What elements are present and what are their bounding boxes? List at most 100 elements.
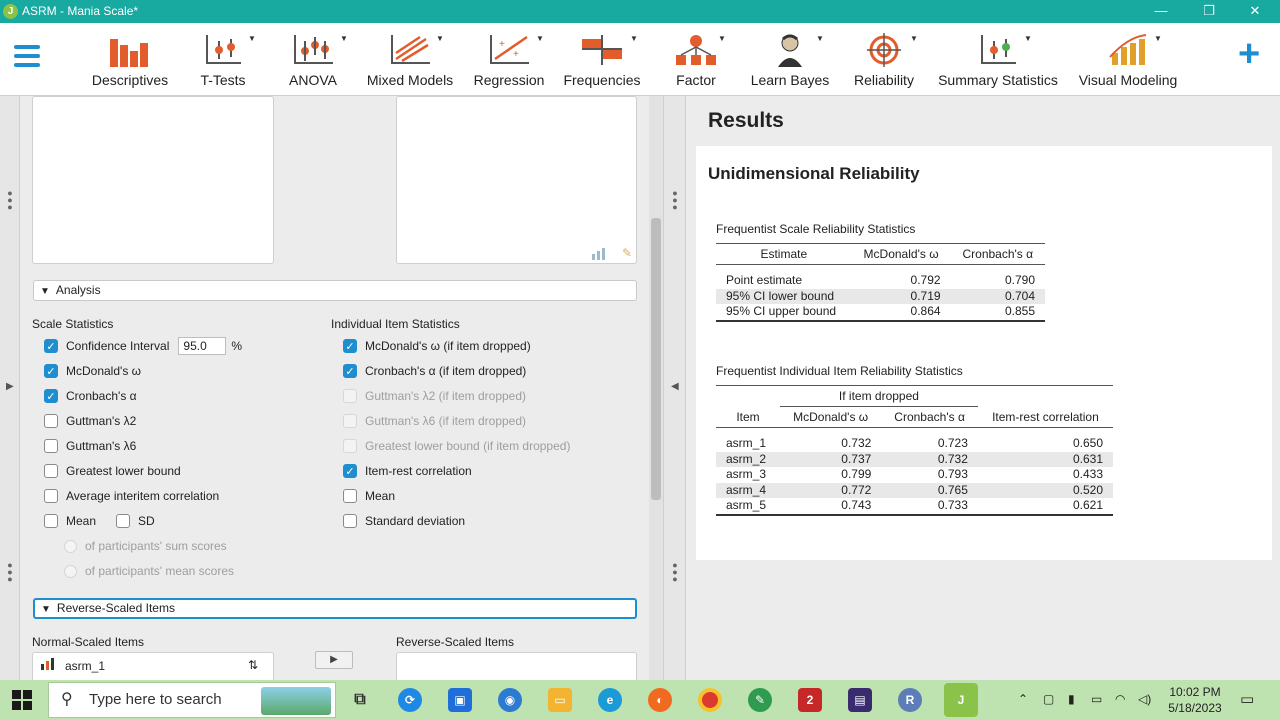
collapse-left-icon[interactable]: ◀ xyxy=(671,381,679,392)
drag-handle-icon[interactable]: ● ● ● xyxy=(672,189,678,212)
menu-hamburger-icon[interactable] xyxy=(14,45,40,72)
guttman-lambda2-dropped-checkbox[interactable] xyxy=(343,389,357,403)
battery-icon[interactable]: ▭ xyxy=(1091,692,1102,706)
ribbon-learn-bayes[interactable]: ▼ Learn Bayes xyxy=(748,29,832,91)
sd-checkbox[interactable] xyxy=(116,514,130,528)
close-button[interactable]: ✕ xyxy=(1240,2,1270,20)
greatest-lower-bound-checkbox[interactable] xyxy=(44,464,58,478)
cronbach-alpha-checkbox[interactable]: ✓ xyxy=(44,389,58,403)
app-icon[interactable]: ⟳ xyxy=(398,688,422,712)
taskbar-search-input[interactable]: ⚲ Type here to search xyxy=(48,682,336,718)
app-icon[interactable]: 2 xyxy=(798,688,822,712)
sum-scores-option[interactable]: of participants' sum scores xyxy=(64,537,227,555)
ribbon-anova[interactable]: ▼ ANOVA xyxy=(286,29,348,91)
ribbon-regression[interactable]: + + ▼ Regression xyxy=(472,29,546,91)
guttman-lambda6-dropped-checkbox[interactable] xyxy=(343,414,357,428)
guttman-lambda6-option[interactable]: Guttman's λ6 xyxy=(44,437,136,455)
glb-dropped-checkbox[interactable] xyxy=(343,439,357,453)
task-view-icon[interactable]: ⧉ xyxy=(348,688,372,712)
analysis-section-header[interactable]: ▼ Analysis xyxy=(33,280,637,301)
list-item[interactable]: asrm_1 xyxy=(41,658,105,673)
minimize-button[interactable]: — xyxy=(1146,2,1176,20)
cronbach-alpha-dropped-checkbox[interactable]: ✓ xyxy=(343,364,357,378)
drag-handle-icon[interactable]: ● ● ● xyxy=(672,561,678,584)
app-icon[interactable]: ▤ xyxy=(848,688,872,712)
item-sd-option[interactable]: Standard deviation xyxy=(343,512,465,530)
sd-option[interactable]: SD xyxy=(116,512,155,530)
item-mean-option[interactable]: Mean xyxy=(343,487,395,505)
item-rest-correlation-option[interactable]: ✓ Item-rest correlation xyxy=(343,462,472,480)
store-icon[interactable]: ▣ xyxy=(448,688,472,712)
windows-taskbar: ⚲ Type here to search ⧉ ⟳ ▣ ◉ ▭ e ◐ ✎ 2 … xyxy=(0,680,1280,720)
reverse-scaled-section-header[interactable]: ▼ Reverse-Scaled Items xyxy=(33,598,637,619)
ribbon-descriptives[interactable]: Descriptives xyxy=(88,29,172,91)
panel-splitter[interactable]: ● ● ● ◀ ● ● ● xyxy=(663,96,686,680)
windows-start-icon[interactable] xyxy=(12,690,32,710)
volume-icon[interactable]: ◁) xyxy=(1138,692,1151,706)
guttman-lambda2-option[interactable]: Guttman's λ2 xyxy=(44,412,136,430)
expand-left-icon[interactable]: ▶ xyxy=(6,381,14,392)
evernote-icon[interactable]: ✎ xyxy=(748,688,772,712)
ribbon-summary-statistics[interactable]: ▼ Summary Statistics xyxy=(936,29,1060,91)
chrome-icon[interactable] xyxy=(698,688,722,712)
glb-dropped-option[interactable]: Greatest lower bound (if item dropped) xyxy=(343,437,570,455)
mcdonald-omega-dropped-checkbox[interactable]: ✓ xyxy=(343,339,357,353)
average-interitem-option[interactable]: Average interitem correlation xyxy=(44,487,219,505)
item-rest-correlation-checkbox[interactable]: ✓ xyxy=(343,464,357,478)
collapse-arrow-icon: ▼ xyxy=(41,604,51,615)
app-icon[interactable]: ◉ xyxy=(498,688,522,712)
guttman-lambda2-dropped-option[interactable]: Guttman's λ2 (if item dropped) xyxy=(343,387,526,405)
restore-button[interactable]: ❐ xyxy=(1194,2,1224,20)
variables-list[interactable] xyxy=(32,96,274,264)
jasp-taskbar-icon[interactable]: J xyxy=(944,683,978,717)
microphone-icon[interactable]: ▮ xyxy=(1068,692,1075,706)
mcdonald-omega-dropped-option[interactable]: ✓ McDonald's ω (if item dropped) xyxy=(343,337,531,355)
selected-variables-list[interactable]: ✎ xyxy=(396,96,637,264)
confidence-interval-option[interactable]: ✓ Confidence Interval 95.0 % xyxy=(44,337,242,355)
analysis-title[interactable]: Unidimensional Reliability xyxy=(708,164,920,184)
data-panel-handle[interactable]: ● ● ● ▶ ● ● ● xyxy=(0,96,20,680)
reverse-scaled-list[interactable] xyxy=(396,652,637,680)
drag-handle-icon[interactable]: ● ● ● xyxy=(7,561,13,584)
scrollbar-thumb[interactable] xyxy=(651,218,661,500)
ribbon-frequencies[interactable]: ▼ Frequencies xyxy=(562,29,642,91)
greatest-lower-bound-option[interactable]: Greatest lower bound xyxy=(44,462,181,480)
tray-app-icon[interactable]: ▢ xyxy=(1043,692,1054,706)
mean-checkbox[interactable] xyxy=(44,514,58,528)
edge-icon[interactable]: e xyxy=(598,688,622,712)
mcdonald-omega-option[interactable]: ✓ McDonald's ω xyxy=(44,362,141,380)
taskbar-clock[interactable]: 10:02 PM 5/18/2023 xyxy=(1160,684,1230,716)
notification-icon[interactable]: ▭ xyxy=(1240,690,1254,708)
ribbon-reliability[interactable]: ▼ Reliability xyxy=(852,29,918,91)
cronbach-alpha-dropped-option[interactable]: ✓ Cronbach's α (if item dropped) xyxy=(343,362,526,380)
confidence-interval-input[interactable]: 95.0 xyxy=(178,337,227,355)
ribbon-t-tests[interactable]: ▼ T-Tests xyxy=(196,29,255,91)
options-scrollbar[interactable] xyxy=(649,96,663,680)
normal-scaled-list[interactable]: asrm_1 ⇅ xyxy=(32,652,274,680)
guttman-lambda6-dropped-option[interactable]: Guttman's λ6 (if item dropped) xyxy=(343,412,526,430)
add-module-button[interactable]: + xyxy=(1238,35,1260,73)
mean-scores-option[interactable]: of participants' mean scores xyxy=(64,562,234,580)
tray-chevron-icon[interactable]: ⌃ xyxy=(1018,692,1028,706)
sort-icon[interactable]: ⇅ xyxy=(248,658,258,672)
drag-handle-icon[interactable]: ● ● ● xyxy=(7,189,13,212)
guttman-lambda2-checkbox[interactable] xyxy=(44,414,58,428)
file-explorer-icon[interactable]: ▭ xyxy=(548,688,572,712)
ribbon-visual-modeling[interactable]: ▼ Visual Modeling xyxy=(1076,29,1180,91)
average-interitem-checkbox[interactable] xyxy=(44,489,58,503)
cronbach-alpha-option[interactable]: ✓ Cronbach's α xyxy=(44,387,137,405)
item-sd-checkbox[interactable] xyxy=(343,514,357,528)
confidence-interval-checkbox[interactable]: ✓ xyxy=(44,339,58,353)
ribbon-mixed-models[interactable]: ▼ Mixed Models xyxy=(366,29,454,91)
mean-scores-radio[interactable] xyxy=(64,564,77,578)
sum-scores-radio[interactable] xyxy=(64,539,77,553)
ribbon-factor[interactable]: ▼ Factor xyxy=(668,29,726,91)
mean-option[interactable]: Mean xyxy=(44,512,96,530)
item-mean-checkbox[interactable] xyxy=(343,489,357,503)
r-icon[interactable]: R xyxy=(898,688,922,712)
wifi-icon[interactable]: ◠ xyxy=(1115,692,1125,706)
move-to-reverse-button[interactable]: ▶ xyxy=(315,651,353,669)
guttman-lambda6-checkbox[interactable] xyxy=(44,439,58,453)
firefox-icon[interactable]: ◐ xyxy=(648,688,672,712)
mcdonald-omega-checkbox[interactable]: ✓ xyxy=(44,364,58,378)
